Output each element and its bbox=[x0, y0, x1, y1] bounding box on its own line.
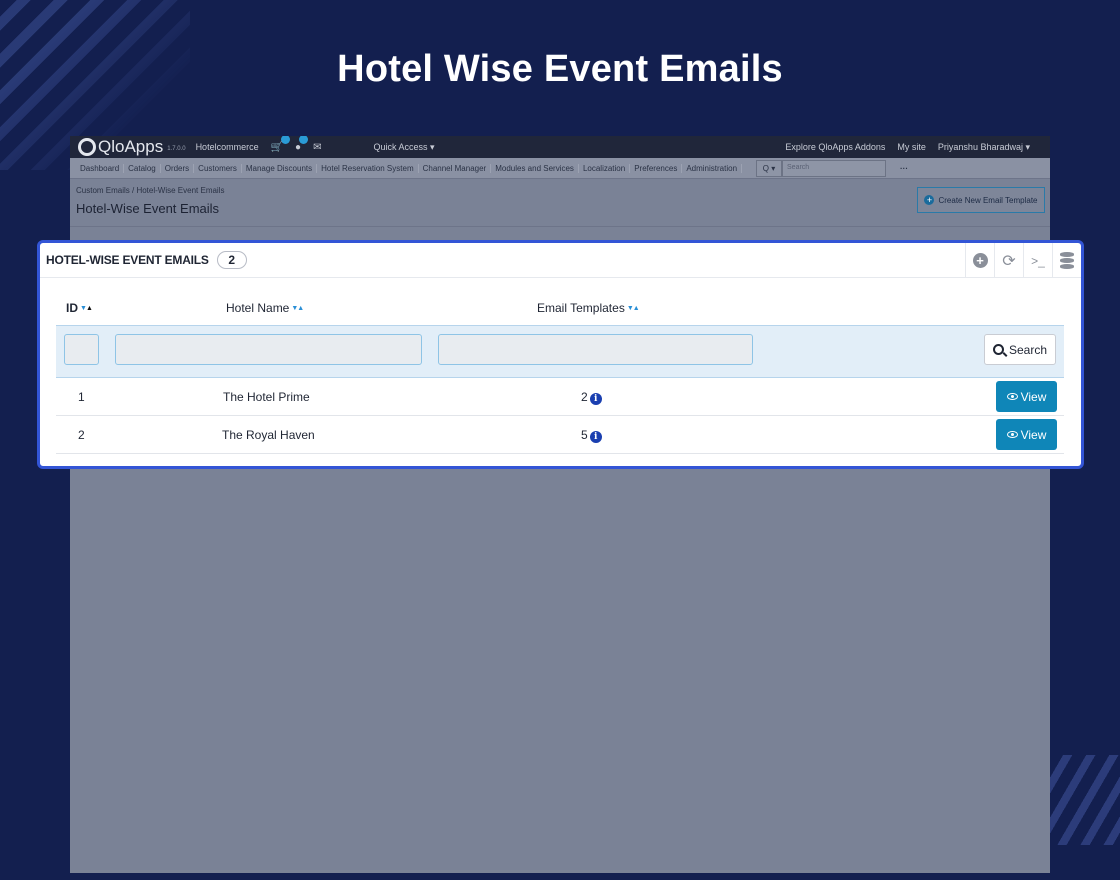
page-title: Hotel-Wise Event Emails bbox=[76, 201, 220, 216]
column-email-templates-label: Email Templates bbox=[537, 301, 625, 315]
column-id[interactable]: ID ▼▲ bbox=[66, 301, 93, 315]
emails-table: ID ▼▲ Hotel Name ▼▲ Email Templates ▼▲ S… bbox=[56, 291, 1064, 454]
user-menu[interactable]: Priyanshu Bharadwaj ▾ bbox=[938, 142, 1030, 153]
refresh-icon: ⟳ bbox=[1002, 252, 1016, 270]
create-email-template-button[interactable]: + Create New Email Template bbox=[917, 187, 1045, 213]
sql-query-button[interactable]: >_ bbox=[1023, 243, 1052, 278]
qloapps-logo-icon bbox=[78, 138, 96, 156]
menu-item-modules[interactable]: Modules and Services bbox=[491, 163, 579, 173]
terminal-icon: >_ bbox=[1031, 253, 1045, 268]
quick-access-dropdown[interactable]: Quick Access ▾ bbox=[373, 142, 434, 153]
user-icon[interactable]: ● bbox=[295, 136, 309, 153]
column-id-label: ID bbox=[66, 301, 78, 315]
table-row[interactable]: 1 The Hotel Prime 2i View bbox=[56, 378, 1064, 416]
row-email-templates: 5i bbox=[581, 428, 602, 443]
hero-title: Hotel Wise Event Emails bbox=[337, 48, 783, 90]
menu-more-button[interactable]: ··· bbox=[900, 164, 908, 173]
search-icon bbox=[992, 344, 1004, 355]
table-row[interactable]: 2 The Royal Haven 5i View bbox=[56, 416, 1064, 454]
email-template-count: 5 bbox=[581, 428, 588, 442]
menu-search: Q ▾ Search bbox=[756, 159, 887, 177]
menu-item-administration[interactable]: Administration bbox=[682, 163, 743, 173]
create-button-label: Create New Email Template bbox=[938, 195, 1038, 205]
logo-text: QloApps bbox=[98, 137, 164, 156]
panel-header: HOTEL-WISE EVENT EMAILS 2 + ⟳ >_ bbox=[40, 243, 1081, 278]
database-icon bbox=[1060, 251, 1074, 270]
view-button-label: View bbox=[1020, 427, 1047, 442]
filter-id-input[interactable] bbox=[64, 334, 99, 365]
eye-icon bbox=[1006, 393, 1018, 400]
version-label: 1.7.0.0 bbox=[167, 146, 186, 152]
row-id: 2 bbox=[78, 428, 85, 442]
count-badge: 2 bbox=[216, 251, 247, 269]
my-site-link[interactable]: My site bbox=[897, 142, 926, 152]
add-new-button[interactable]: + bbox=[965, 243, 994, 278]
view-button[interactable]: View bbox=[996, 381, 1057, 412]
plus-circle-icon: + bbox=[924, 195, 935, 205]
admin-menubar: Dashboard Catalog Orders Customers Manag… bbox=[70, 158, 1050, 179]
explore-addons-link[interactable]: Explore QloApps Addons bbox=[785, 142, 885, 152]
page-header: Custom Emails / Hotel-Wise Event Emails … bbox=[70, 179, 1050, 227]
mail-icon[interactable]: ✉ bbox=[313, 142, 321, 153]
menu-item-preferences[interactable]: Preferences bbox=[630, 163, 683, 173]
row-hotel-name: The Hotel Prime bbox=[223, 390, 310, 404]
menu-item-manage-discounts[interactable]: Manage Discounts bbox=[242, 163, 318, 173]
export-database-button[interactable] bbox=[1052, 243, 1081, 278]
eye-icon bbox=[1006, 431, 1018, 438]
view-button[interactable]: View bbox=[996, 419, 1057, 450]
email-template-count: 2 bbox=[581, 390, 588, 404]
view-button-label: View bbox=[1020, 389, 1047, 404]
decorative-stripes-bottom-right bbox=[1040, 755, 1120, 845]
search-button-label: Search bbox=[1008, 342, 1048, 357]
hotel-wise-emails-panel: HOTEL-WISE EVENT EMAILS 2 + ⟳ >_ ID ▼▲ H… bbox=[37, 240, 1084, 469]
menu-item-dashboard[interactable]: Dashboard bbox=[76, 163, 125, 173]
column-email-templates[interactable]: Email Templates ▼▲ bbox=[537, 301, 640, 315]
search-button[interactable]: Search bbox=[984, 334, 1056, 365]
qloapps-logo[interactable]: QloApps bbox=[78, 137, 163, 157]
breadcrumb[interactable]: Custom Emails / Hotel-Wise Event Emails bbox=[76, 186, 224, 195]
admin-topbar: QloApps 1.7.0.0 Hotelcommerce 🛒 ● ✉ Quic… bbox=[70, 136, 1050, 158]
cart-badge bbox=[281, 136, 291, 144]
menu-item-customers[interactable]: Customers bbox=[194, 163, 242, 173]
sort-icon[interactable]: ▼▲ bbox=[80, 305, 93, 312]
user-badge bbox=[299, 136, 309, 144]
panel-toolbar: + ⟳ >_ bbox=[965, 243, 1081, 278]
filter-email-templates-input[interactable] bbox=[438, 334, 753, 365]
cart-icon[interactable]: 🛒 bbox=[271, 136, 291, 153]
search-type-dropdown[interactable]: Q ▾ bbox=[756, 159, 783, 177]
menu-item-localization[interactable]: Localization bbox=[579, 163, 631, 173]
info-icon[interactable]: i bbox=[589, 431, 602, 443]
column-hotel-name[interactable]: Hotel Name ▼▲ bbox=[226, 301, 304, 315]
row-id: 1 bbox=[78, 390, 85, 404]
refresh-button[interactable]: ⟳ bbox=[994, 243, 1023, 278]
menu-item-channel-manager[interactable]: Channel Manager bbox=[419, 163, 492, 173]
menu-item-hotel-reservation[interactable]: Hotel Reservation System bbox=[317, 163, 419, 173]
panel-title: HOTEL-WISE EVENT EMAILS bbox=[46, 253, 209, 267]
sort-icon[interactable]: ▼▲ bbox=[627, 305, 640, 312]
table-header-row: ID ▼▲ Hotel Name ▼▲ Email Templates ▼▲ bbox=[56, 291, 1064, 325]
menu-item-catalog[interactable]: Catalog bbox=[124, 163, 161, 173]
column-hotel-name-label: Hotel Name bbox=[226, 301, 290, 315]
menu-search-input[interactable]: Search bbox=[782, 159, 887, 177]
row-hotel-name: The Royal Haven bbox=[222, 428, 315, 442]
filter-row: Search bbox=[56, 325, 1064, 378]
filter-hotel-name-input[interactable] bbox=[115, 334, 422, 365]
menu-item-orders[interactable]: Orders bbox=[161, 163, 195, 173]
row-email-templates: 2i bbox=[581, 390, 602, 405]
info-icon[interactable]: i bbox=[589, 393, 602, 405]
add-icon: + bbox=[972, 253, 988, 268]
shop-name-link[interactable]: Hotelcommerce bbox=[196, 142, 259, 152]
sort-icon[interactable]: ▼▲ bbox=[291, 305, 304, 312]
